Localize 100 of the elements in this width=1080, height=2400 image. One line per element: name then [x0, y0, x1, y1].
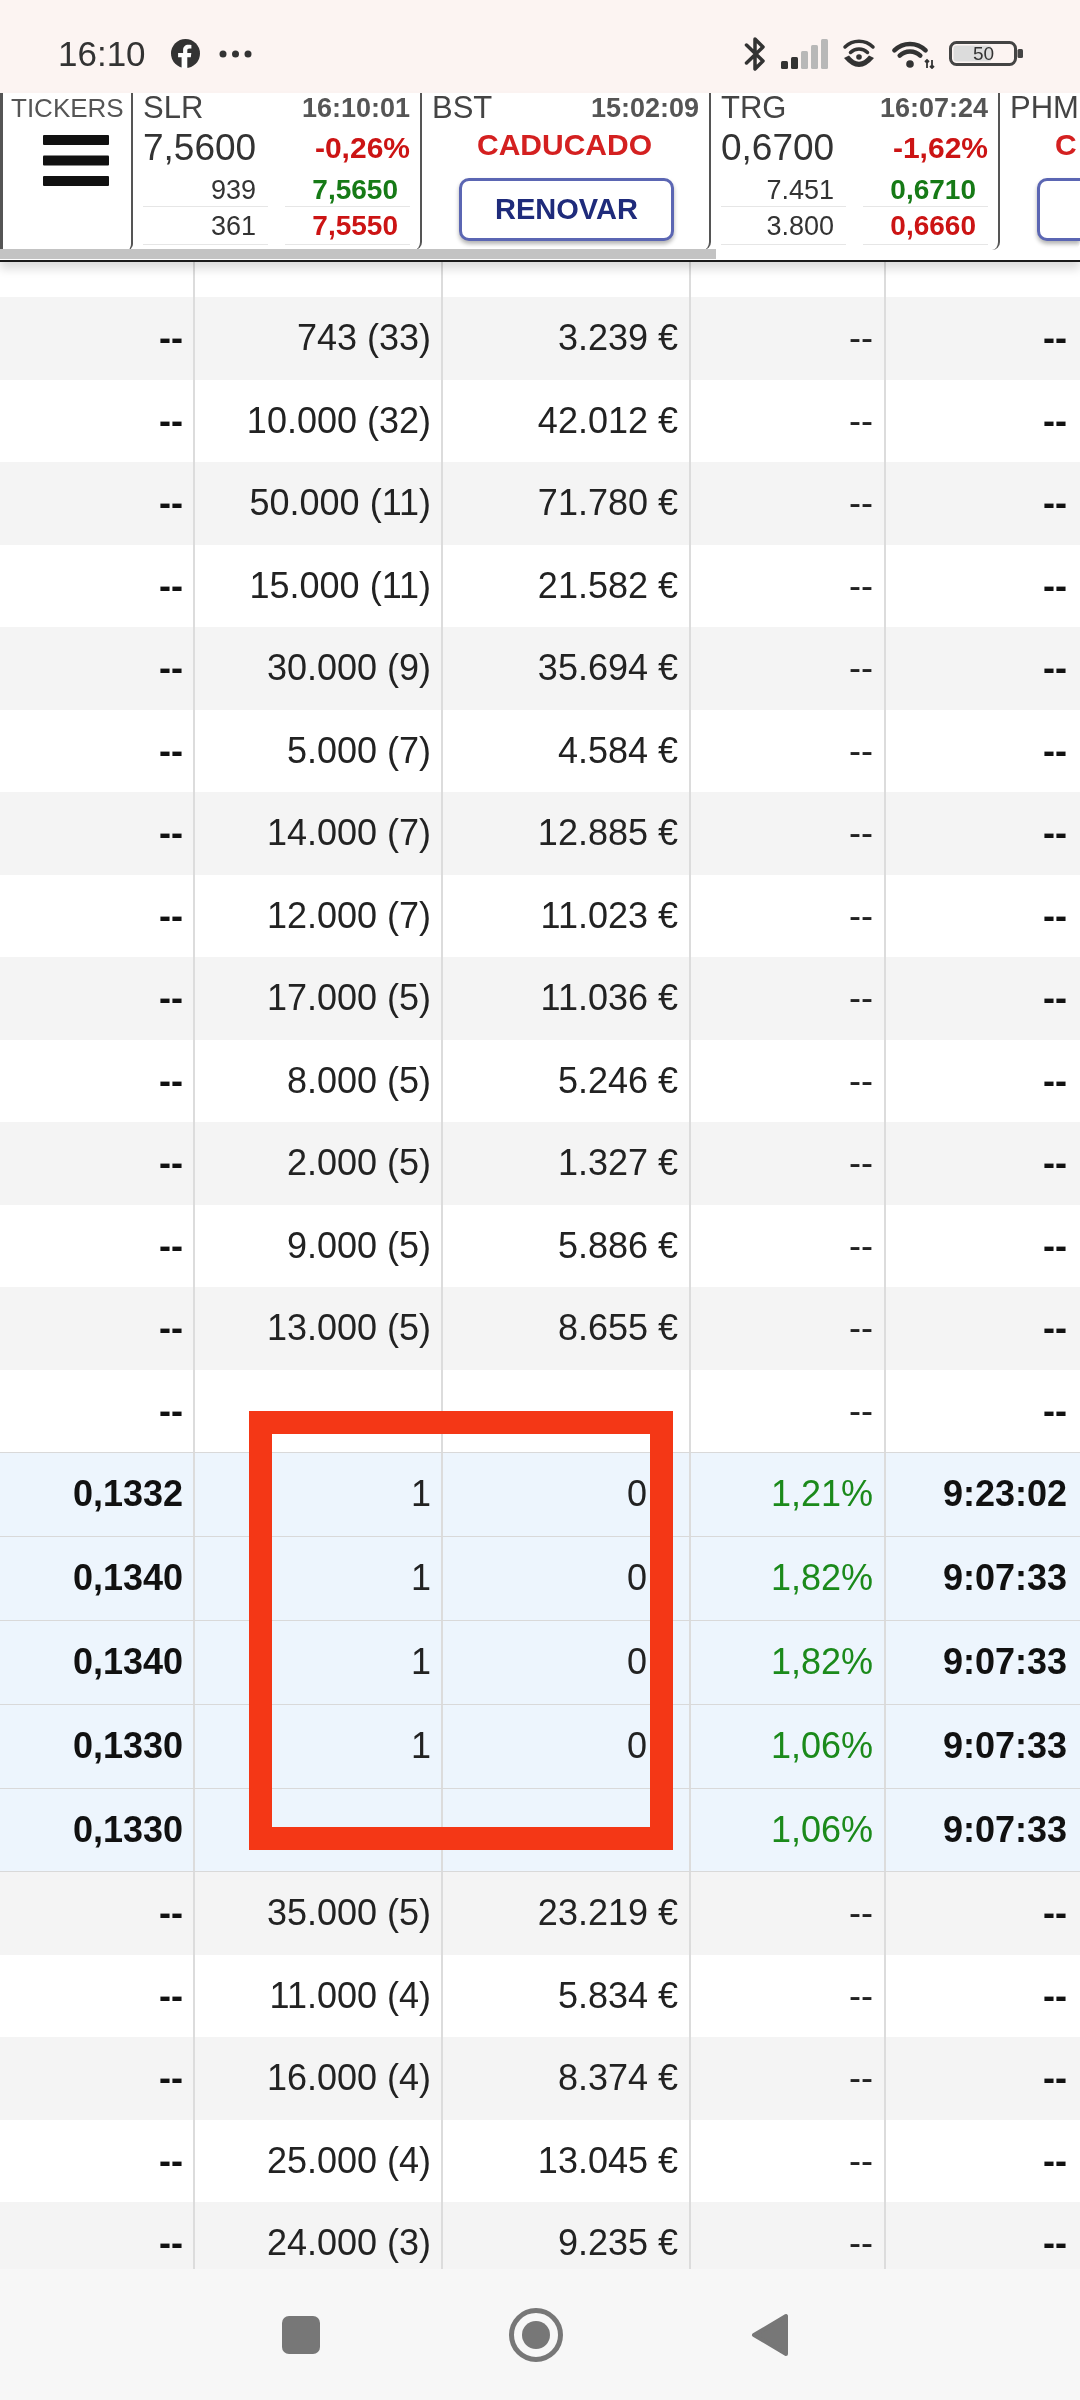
amount-value: 0 [626, 1641, 647, 1683]
menu-icon[interactable] [43, 135, 109, 186]
price-value: -- [159, 647, 183, 689]
ticker-symbol: SLR [143, 93, 204, 123]
ticker-card[interactable]: BST 15:02:09 CADUCADO RENOVAR [422, 93, 711, 250]
percent-value: -- [849, 2057, 873, 2099]
quantity-value: 35.000 (5) [266, 1892, 431, 1934]
ticker-card[interactable]: PHM C [1000, 93, 1080, 250]
quantity-value: 10.000 (32) [246, 399, 431, 442]
amount-value: 42.012 € [537, 399, 678, 442]
quantity-value: 17.000 (5) [266, 977, 431, 1019]
amount-value: 13.045 € [537, 2139, 678, 2182]
percent-value: -- [849, 317, 873, 359]
price-value: 0,1330 [72, 1809, 183, 1851]
price-value: -- [159, 1892, 183, 1934]
percent-value: -- [849, 1892, 873, 1934]
time-value: -- [1043, 399, 1067, 442]
time-value: -- [1043, 1389, 1067, 1432]
price-value: -- [159, 729, 183, 772]
price-value: -- [159, 1224, 183, 1267]
book-price: 0,6710 [890, 173, 976, 206]
amount-value: 5.246 € [557, 1059, 678, 1102]
recents-icon[interactable] [282, 2315, 320, 2354]
percent-value: -- [849, 647, 873, 689]
price-value: 0,1340 [72, 1641, 183, 1683]
time-value: -- [1043, 1892, 1067, 1934]
price-value: -- [159, 1974, 183, 2017]
quantity-value: 743 (33) [296, 317, 431, 359]
battery-percentage: 50 [973, 44, 995, 63]
percent-value: -- [849, 1307, 873, 1349]
amount-value: 0 [626, 1473, 647, 1515]
price-value: -- [159, 812, 183, 854]
ticker-card[interactable]: TRG 16:07:24 0,6700 -1,62% 7.451 0,6710 3.800 0,6660 [711, 93, 1000, 250]
percent-value: -- [849, 1974, 873, 2017]
amount-value: 12.885 € [537, 812, 678, 854]
signal-icon [781, 38, 828, 69]
quantity-value: 2.000 (5) [286, 1142, 431, 1184]
home-icon[interactable] [509, 2307, 563, 2362]
quantity-value: 12.000 (7) [266, 894, 431, 937]
price-value: 0,1330 [72, 1725, 183, 1767]
price-value: -- [159, 894, 183, 937]
amount-value: 23.219 € [537, 1892, 678, 1934]
price-value: -- [159, 1307, 183, 1349]
quantity-value: 16.000 (4) [266, 2057, 431, 2099]
time-value: 9:07:33 [942, 1557, 1067, 1599]
quantity-value: 25.000 (4) [266, 2139, 431, 2182]
quantity-value: 15.000 (11) [249, 564, 431, 607]
amount-value: 1.327 € [557, 1142, 678, 1184]
ticker-symbol: PHM [1010, 93, 1079, 123]
battery-icon [949, 41, 1023, 66]
book-price: 0,6660 [890, 209, 976, 242]
action-button[interactable] [1037, 178, 1080, 241]
time-value: -- [1043, 894, 1067, 937]
back-icon[interactable] [751, 2312, 789, 2357]
percent-value: -- [849, 482, 873, 524]
book-size: 361 [210, 209, 256, 242]
percent-value: -- [849, 1059, 873, 1102]
percent-value: -- [849, 894, 873, 937]
book-size: 939 [210, 173, 256, 206]
price-value: -- [159, 564, 183, 607]
percent-value: -- [849, 564, 873, 607]
time-value: -- [1043, 2057, 1067, 2099]
time-value: -- [1043, 977, 1067, 1019]
quantity-value: 1 [410, 1557, 431, 1599]
amount-value: 4.584 € [557, 729, 678, 772]
percent-value: -- [849, 1389, 873, 1432]
quantity-value: 11.000 (4) [269, 1974, 431, 2017]
tickers-label: TICKERS [11, 93, 124, 123]
amount-value: 71.780 € [537, 482, 678, 524]
ticker-symbol: BST [432, 93, 493, 123]
more-dots-icon [218, 49, 252, 58]
time-value: -- [1043, 1307, 1067, 1349]
quantity-value: 1 [410, 1641, 431, 1683]
time-value: -- [1043, 2139, 1067, 2182]
amount-value: 9.235 € [557, 2222, 678, 2264]
last-price: 0,6700 [721, 126, 835, 170]
last-price: 7,5600 [143, 126, 257, 170]
amount-value: 0 [626, 1557, 647, 1599]
clock-time: 16:10 [58, 33, 146, 74]
quantity-value: 50.000 (11) [249, 482, 431, 524]
quantity-value: 30.000 (9) [266, 647, 431, 689]
time-value: -- [1043, 317, 1067, 359]
price-value: 0,1340 [72, 1557, 183, 1599]
percent-value: -- [849, 977, 873, 1019]
book-price: 7,5550 [312, 209, 398, 242]
price-value: -- [159, 482, 183, 524]
percent-value: 1,21% [770, 1473, 873, 1515]
time-value: -- [1043, 729, 1067, 772]
renew-button[interactable]: RENOVAR [459, 178, 674, 241]
time-value: -- [1043, 647, 1067, 689]
time-value: -- [1043, 1142, 1067, 1184]
change-percent: -1,62% [892, 130, 988, 166]
amount-value: 21.582 € [537, 564, 678, 607]
expired-status: C [1055, 128, 1077, 161]
time-value: -- [1043, 564, 1067, 607]
percent-value: -- [849, 729, 873, 772]
percent-value: -- [849, 1224, 873, 1267]
amount-value: 5.886 € [557, 1224, 678, 1267]
amount-value: 3.239 € [557, 317, 678, 359]
time-value: 9:07:33 [942, 1725, 1067, 1767]
